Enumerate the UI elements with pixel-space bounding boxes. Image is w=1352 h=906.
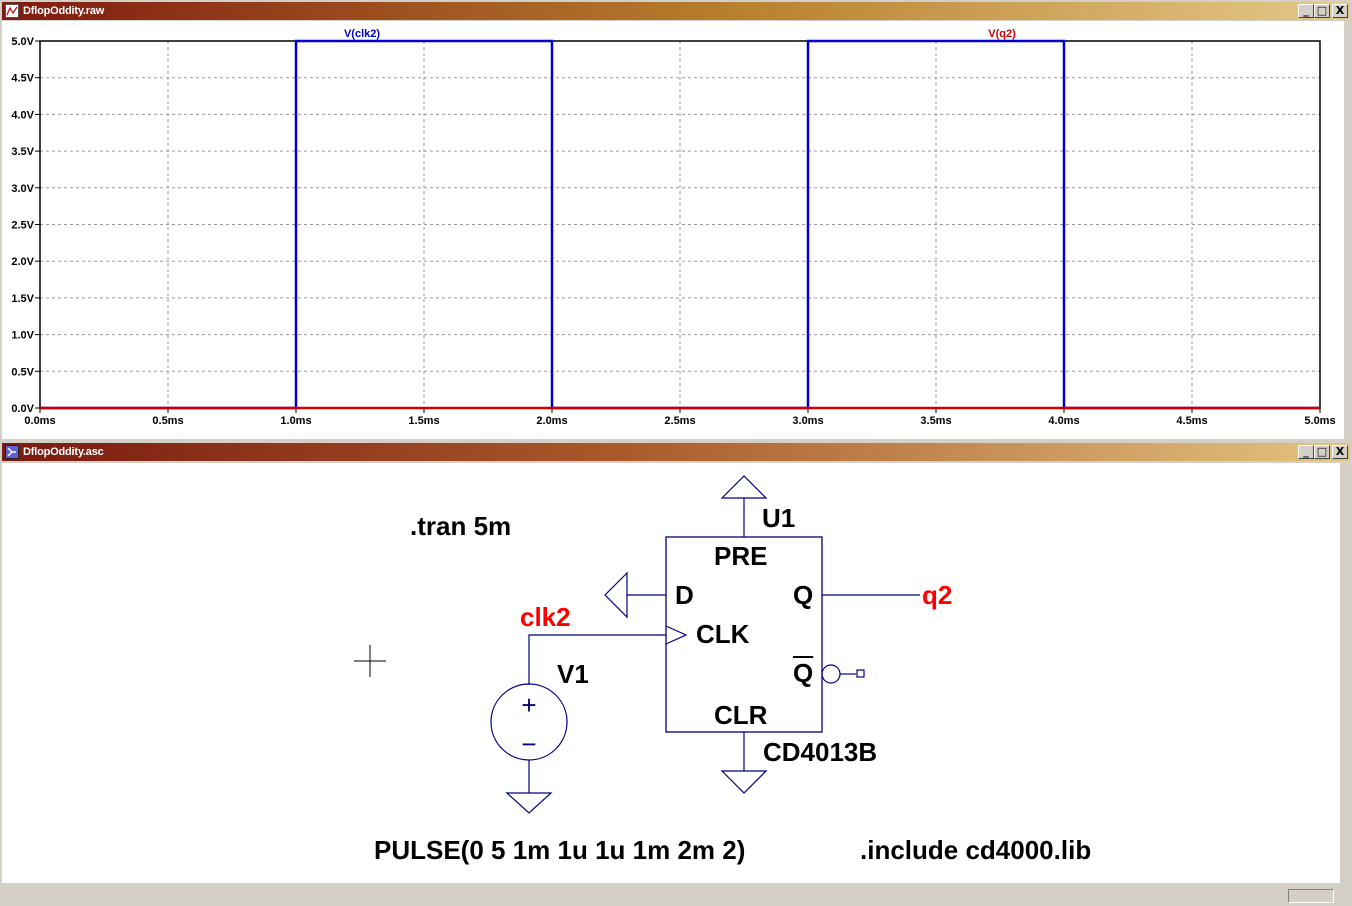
x-tick-label: 2.0ms [536,415,567,427]
pin-q-label: Q [793,580,814,610]
schematic-icon [5,445,19,459]
ground-symbol-ic[interactable] [720,732,768,794]
minimize-button[interactable]: _ [1298,4,1314,18]
y-tick-label: 1.5V [11,293,34,305]
pin-qbar-label: Q [793,658,814,688]
pre-supply-symbol[interactable] [720,475,768,537]
x-tick-label: 1.5ms [408,415,439,427]
pin-clk-label: CLK [696,619,750,649]
pin-pre-label: PRE [714,541,768,571]
x-tick-label: 3.5ms [920,415,951,427]
schematic-window-title: DflopOddity.asc [23,446,104,458]
x-tick-label: 3.0ms [792,415,823,427]
tran-directive[interactable]: .tran 5m [410,511,511,542]
source-minus-sign: − [521,729,536,759]
source-value[interactable]: PULSE(0 5 1m 1u 1u 1m 2m 2) [374,835,745,866]
crosshair-cursor [354,645,386,677]
status-bar [0,886,1352,906]
y-tick-label: 0.0V [11,403,34,415]
status-cell [1288,889,1334,903]
clk-triangle [665,625,688,645]
include-directive[interactable]: .include cd4000.lib [860,835,1091,866]
x-tick-label: 4.0ms [1048,415,1079,427]
plot-area[interactable]: 0.0ms 0.5ms 1.0ms 1.5ms 2.0ms 2.5ms 3.0ms 3.5ms… [2,21,1344,439]
y-tick-label: 5.0V [11,36,34,48]
x-tick-label: 4.5ms [1176,415,1207,427]
pin-d-label: D [675,580,694,610]
net-label-clk2[interactable]: clk2 [520,602,571,633]
x-tick-label: 5.0ms [1304,415,1335,427]
y-tick-label: 0.5V [11,366,34,378]
waveform-plot[interactable]: 0.0ms 0.5ms 1.0ms 1.5ms 2.0ms 2.5ms 3.0ms 3.5ms… [2,21,1344,439]
y-tick-label: 3.5V [11,146,34,158]
maximize-button[interactable]: □ [1314,445,1330,459]
close-button[interactable]: X [1332,4,1348,18]
schematic-canvas[interactable]: + − .tran 5m U1 PRE D Q CLK Q CLR q2 clk… [2,463,1340,883]
schematic-window-titlebar[interactable]: DflopOddity.asc _ □ X [2,443,1350,461]
x-tick-label: 2.5ms [664,415,695,427]
schematic-drawing[interactable]: + − [2,463,1340,883]
x-tick-label: 0.0ms [24,415,55,427]
maximize-button[interactable]: □ [1314,4,1330,18]
minimize-button[interactable]: _ [1298,445,1314,459]
y-tick-label: 1.0V [11,330,34,342]
x-tick-label: 0.5ms [152,415,183,427]
net-label-q2[interactable]: q2 [922,580,952,611]
y-tick-label: 3.0V [11,183,34,195]
source-plus-sign: + [521,690,536,720]
clk2-wire[interactable] [528,634,666,685]
waveform-icon [5,4,19,18]
plot-window: DflopOddity.raw _ □ X 0.0ms 0.5ms 1.0ms 1.5… [0,0,1352,442]
close-button[interactable]: X [1332,445,1348,459]
y-tick-label: 2.5V [11,220,34,232]
legend-label-v-q2-[interactable]: V(q2) [988,28,1016,40]
schematic-window: DflopOddity.asc _ □ X + − .tran 5m U1 PR… [0,443,1352,906]
legend-label-v-clk2-[interactable]: V(clk2) [344,28,380,40]
d-input-symbol[interactable] [604,571,666,619]
y-tick-label: 2.0V [11,256,34,268]
source-instance-name[interactable]: V1 [557,659,589,690]
plot-window-titlebar[interactable]: DflopOddity.raw _ □ X [2,2,1350,20]
ic-part-name[interactable]: CD4013B [763,737,877,768]
ground-symbol-source[interactable] [505,792,553,814]
x-tick-label: 1.0ms [280,415,311,427]
plot-window-title: DflopOddity.raw [23,5,105,17]
y-tick-label: 4.5V [11,73,34,85]
y-tick-label: 4.0V [11,109,34,121]
qbar-output[interactable] [821,664,865,684]
pin-clr-label: CLR [714,700,768,730]
ic-instance-name[interactable]: U1 [762,503,795,534]
